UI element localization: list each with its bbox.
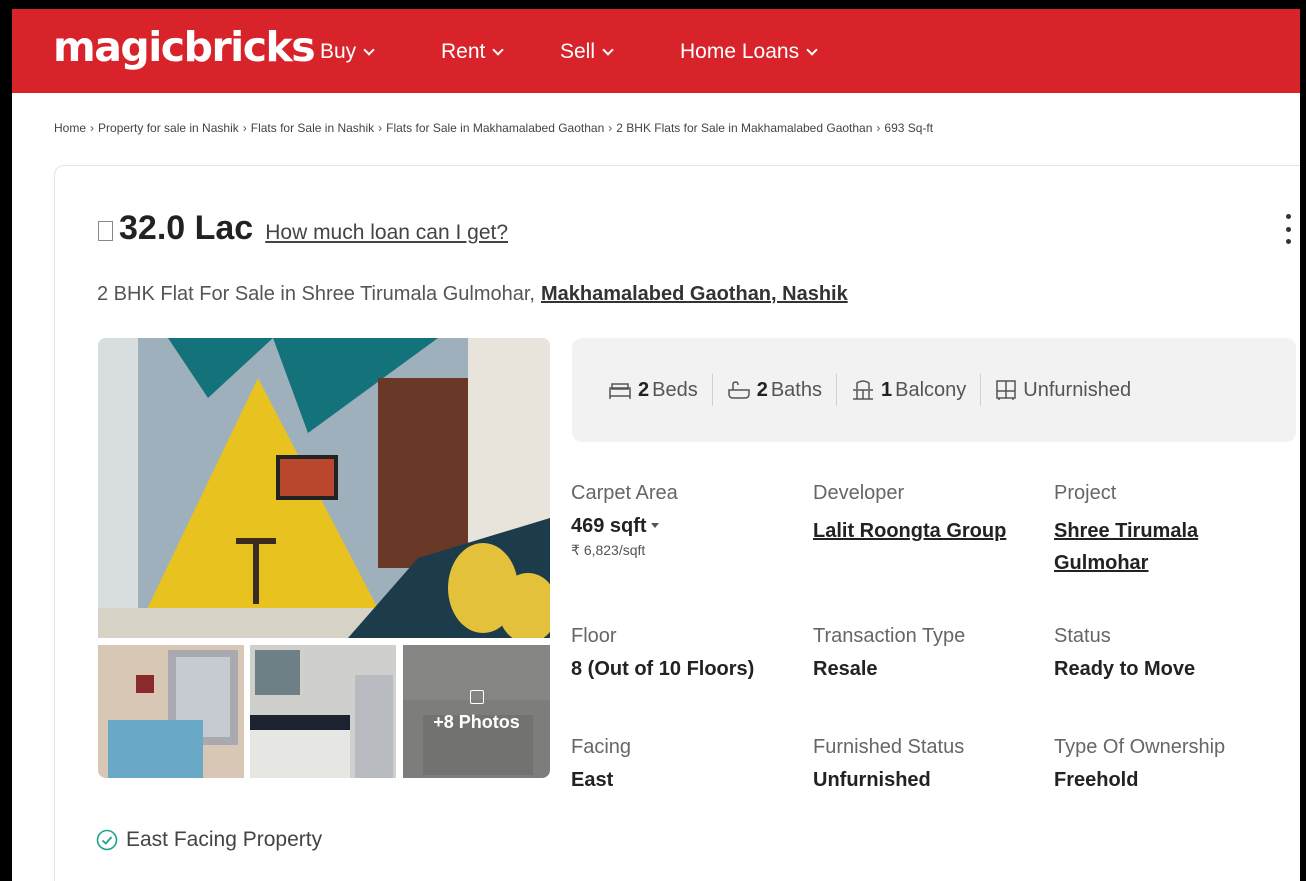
breadcrumb-property-nashik[interactable]: Property for sale in Nashik [98, 121, 239, 135]
loan-eligibility-link[interactable]: How much loan can I get? [265, 221, 508, 245]
baths-label: Baths [770, 378, 822, 401]
bed-icon [609, 383, 631, 399]
baths-count: 2 [756, 378, 768, 401]
carpet-area-text: 469 sqft [571, 515, 647, 537]
price-per-sqft-text: 6,823/sqft [583, 542, 646, 558]
transaction-label: Transaction Type [813, 625, 966, 647]
price-per-sqft: ₹ 6,823/sqft [571, 542, 678, 559]
baths-info: 2 Baths [713, 379, 836, 402]
breadcrumb-separator-icon: › [876, 121, 881, 135]
status-value: Ready to Move [1054, 658, 1196, 680]
facing-value: East [571, 769, 614, 791]
feature-highlight: East Facing Property [96, 828, 322, 852]
furnished-label: Furnished Status [813, 736, 965, 758]
chevron-down-icon [806, 43, 818, 56]
listing-price: 32.0 Lac [119, 209, 254, 247]
chevron-down-icon [602, 43, 614, 56]
nav-rent[interactable]: Rent [441, 40, 505, 64]
furnishing-label: Unfurnished [1023, 378, 1132, 401]
spec-floor: Floor 8 (Out of 10 Floors) [571, 625, 754, 681]
beds-info: 2 Beds [594, 379, 712, 402]
magicbricks-logo[interactable]: magicbricks [53, 23, 316, 71]
project-name-line1: Shree Tirumala [1054, 520, 1199, 542]
carpet-area-value[interactable]: 469 sqft [571, 515, 678, 538]
balcony-info: 1 Balcony [837, 379, 980, 402]
nav-sell[interactable]: Sell [560, 40, 614, 64]
nav-buy-label: Buy [320, 40, 357, 63]
furnishing-info: Unfurnished [981, 379, 1145, 402]
project-label: Project [1054, 482, 1117, 504]
spec-carpet-area: Carpet Area 469 sqft ₹ 6,823/sqft [571, 482, 678, 559]
chevron-down-icon [492, 43, 505, 56]
kitchen-photo [250, 645, 396, 778]
listing-title: 2 BHK Flat For Sale in Shree Tirumala Gu… [97, 283, 848, 306]
breadcrumb-separator-icon: › [90, 121, 95, 135]
spec-project: Project Shree Tirumala Gulmohar [1054, 482, 1198, 579]
rupee-icon: ₹ [571, 542, 580, 558]
balcony-count: 1 [881, 378, 893, 401]
spec-developer: Developer Lalit Roongta Group [813, 482, 1006, 547]
transaction-value: Resale [813, 658, 878, 680]
floor-label: Floor [571, 625, 617, 647]
thumbnail-bedroom[interactable] [98, 645, 244, 778]
furnished-value: Unfurnished [813, 769, 931, 791]
thumbnail-more-photos[interactable]: +8 Photos [403, 645, 550, 778]
breadcrumb-separator-icon: › [608, 121, 613, 135]
breadcrumb: Home › Property for sale in Nashik › Flats… [54, 121, 933, 135]
ownership-value: Freehold [1054, 769, 1139, 791]
more-photos-overlay: +8 Photos [403, 645, 550, 778]
ownership-label: Type Of Ownership [1054, 736, 1226, 758]
more-photos-label: +8 Photos [433, 712, 520, 732]
location-link[interactable]: Makhamalabed Gaothan, Nashik [541, 283, 848, 305]
chevron-down-icon [363, 43, 375, 56]
nav-buy[interactable]: Buy [320, 40, 375, 64]
feature-text: East Facing Property [126, 828, 323, 851]
rupee-icon [98, 221, 113, 241]
spec-facing: Facing East [571, 736, 631, 792]
balcony-icon [853, 380, 873, 400]
developer-label: Developer [813, 482, 905, 504]
breadcrumb-current: 693 Sq-ft [884, 121, 934, 135]
balcony-label: Balcony [895, 378, 967, 401]
more-options-icon[interactable] [1286, 214, 1292, 244]
nav-rent-label: Rent [441, 40, 486, 63]
floor-value: 8 (Out of 10 Floors) [571, 658, 755, 680]
spec-ownership: Type Of Ownership Freehold [1054, 736, 1225, 792]
nav-home-loans[interactable]: Home Loans [680, 40, 818, 64]
bedroom-photo [98, 645, 244, 778]
beds-label: Beds [652, 378, 698, 401]
breadcrumb-home[interactable]: Home [54, 121, 86, 135]
wardrobe-icon [996, 380, 1017, 400]
caret-down-icon [650, 523, 659, 528]
project-link[interactable]: Shree Tirumala Gulmohar [1054, 515, 1198, 579]
spec-furnished: Furnished Status Unfurnished [813, 736, 964, 792]
spec-status: Status Ready to Move [1054, 625, 1195, 681]
developer-link[interactable]: Lalit Roongta Group [813, 515, 1006, 547]
gallery-icon [469, 690, 484, 704]
breadcrumb-flats-locality[interactable]: Flats for Sale in Makhamalabed Gaothan [386, 121, 604, 135]
amenities-summary: 2 Beds 2 Baths 1 Balcony Unfurnished [572, 338, 1296, 442]
spec-transaction: Transaction Type Resale [813, 625, 965, 681]
nav-home-loans-label: Home Loans [680, 40, 800, 63]
breadcrumb-separator-icon: › [242, 121, 247, 135]
main-photo[interactable] [98, 338, 550, 638]
facing-label: Facing [571, 736, 632, 758]
check-circle-icon [96, 829, 118, 851]
thumbnail-kitchen[interactable] [250, 645, 396, 778]
living-room-photo [98, 338, 550, 638]
price-row: 32.0 Lac How much loan can I get? [98, 209, 508, 248]
nav-sell-label: Sell [560, 40, 596, 63]
breadcrumb-separator-icon: › [378, 121, 383, 135]
beds-count: 2 [638, 378, 650, 401]
breadcrumb-2bhk-locality[interactable]: 2 BHK Flats for Sale in Makhamalabed Gao… [616, 121, 872, 135]
top-navbar: magicbricks Buy Rent Sell Home Loans [12, 9, 1300, 93]
listing-title-text: 2 BHK Flat For Sale in Shree Tirumala Gu… [97, 283, 535, 305]
bathtub-icon [727, 381, 750, 399]
breadcrumb-flats-nashik[interactable]: Flats for Sale in Nashik [251, 121, 374, 135]
carpet-area-label: Carpet Area [571, 482, 678, 504]
project-name-line2: Gulmohar [1054, 552, 1149, 574]
status-label: Status [1054, 625, 1111, 647]
